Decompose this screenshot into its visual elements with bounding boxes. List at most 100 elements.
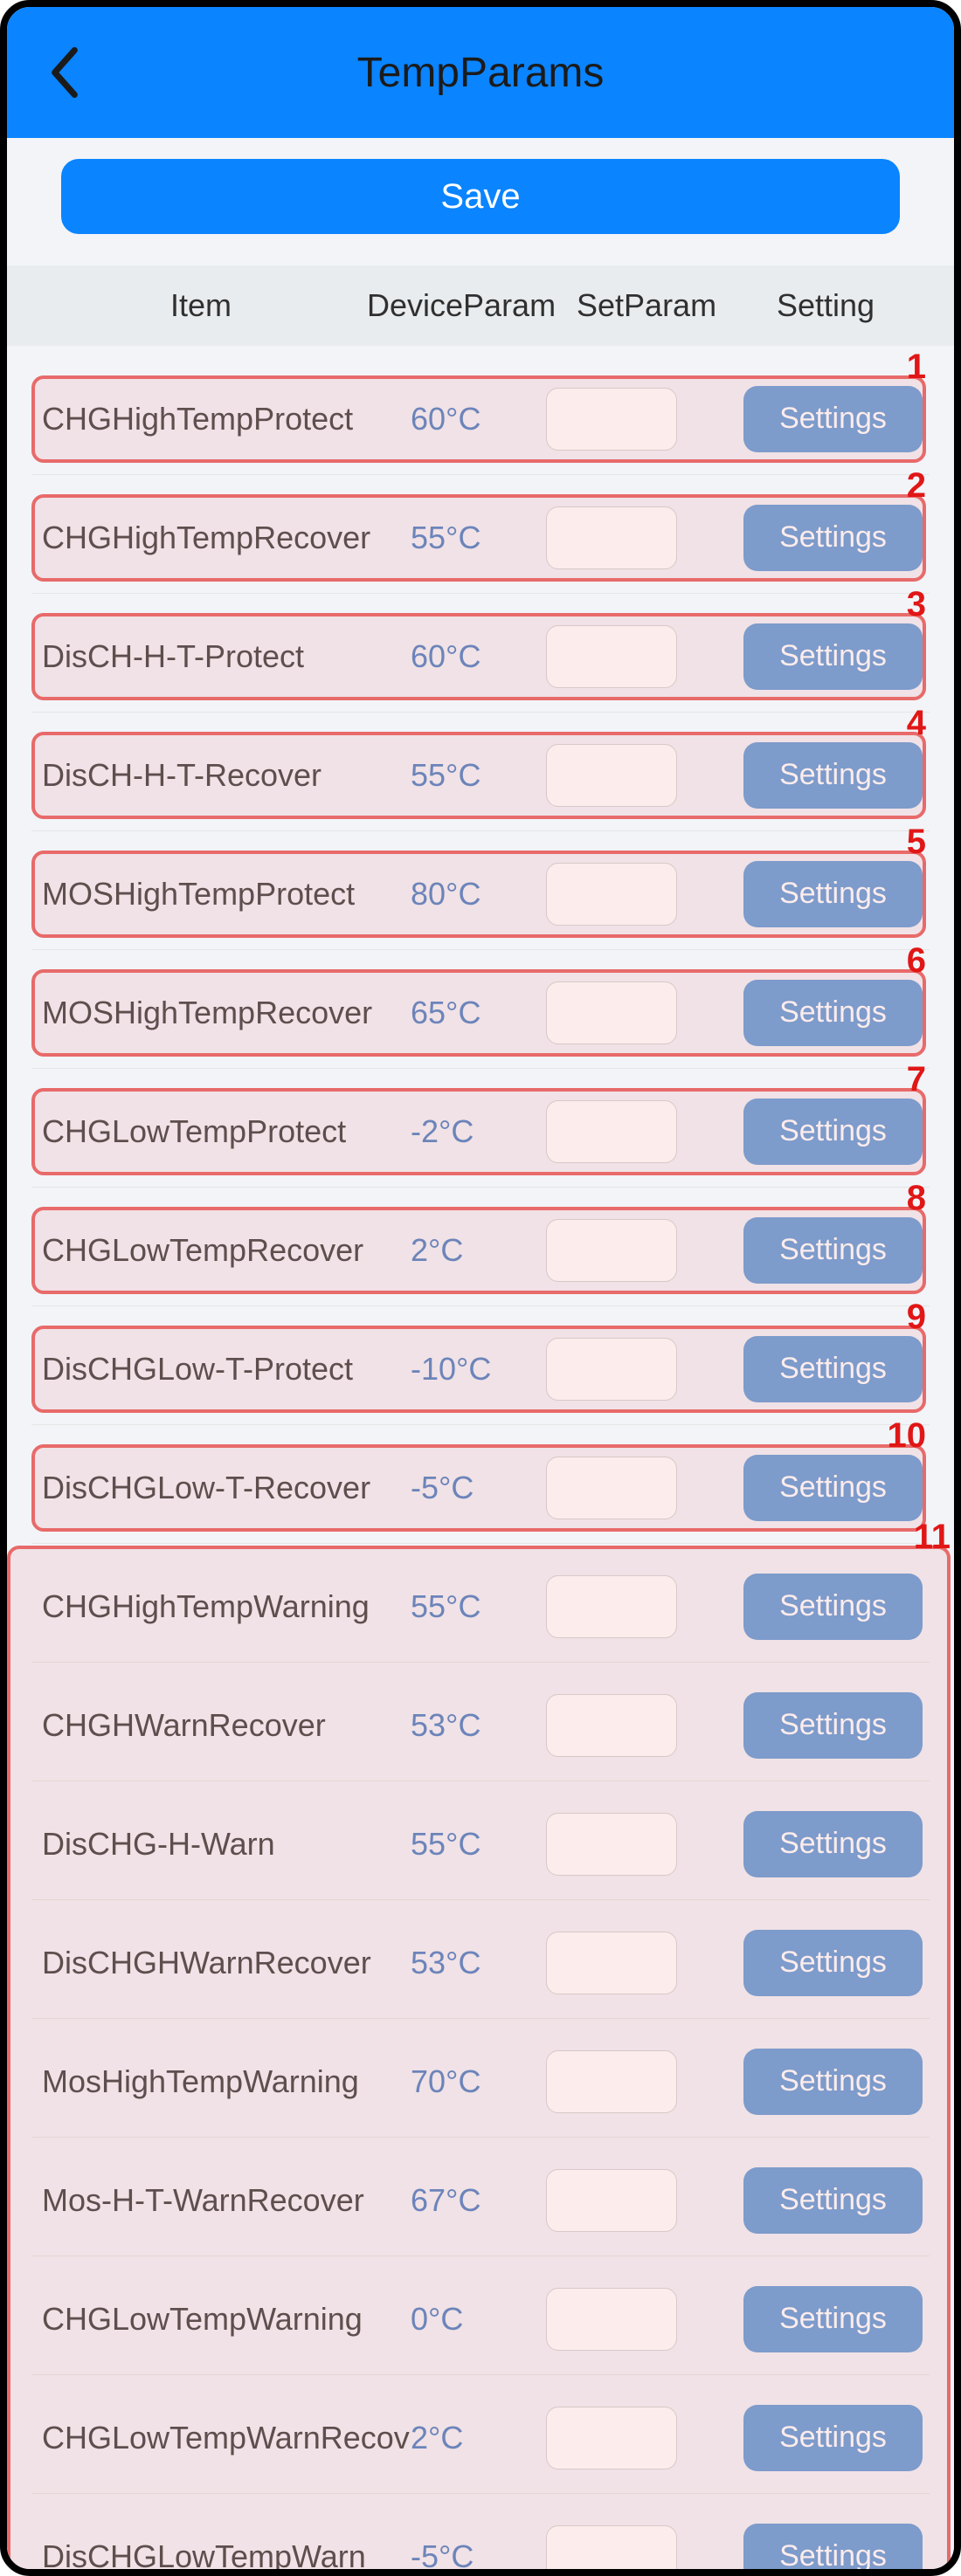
settings-button[interactable]: Settings	[743, 2524, 923, 2570]
setparam-input[interactable]	[546, 1219, 677, 1282]
setparam-input[interactable]	[546, 2169, 677, 2232]
settings-button[interactable]: Settings	[743, 623, 923, 690]
device-value: 60°C	[411, 401, 524, 437]
header-bar: TempParams	[7, 7, 954, 138]
table-row: CHGLowTempProtect-2°CSettings7	[31, 1076, 930, 1188]
settings-button[interactable]: Settings	[743, 1099, 923, 1165]
settings-button[interactable]: Settings	[743, 2167, 923, 2234]
setparam-input[interactable]	[546, 1457, 677, 1519]
settings-button[interactable]: Settings	[743, 861, 923, 927]
page-title: TempParams	[7, 49, 954, 97]
table-row: CHGLowTempWarnRecover2°CSettings	[31, 2382, 930, 2494]
device-value: 53°C	[411, 1945, 524, 1981]
device-value: 67°C	[411, 2182, 524, 2219]
param-name: MOSHighTempProtect	[35, 876, 411, 913]
device-value: 53°C	[411, 1707, 524, 1744]
setparam-input[interactable]	[546, 2288, 677, 2351]
table-row: DisCHGLow-T-Recover-5°CSettings10	[31, 1432, 930, 1544]
param-name: CHGLowTempRecover	[35, 1232, 411, 1269]
settings-button[interactable]: Settings	[743, 505, 923, 571]
settings-button[interactable]: Settings	[743, 2286, 923, 2352]
table-row: Mos-H-T-WarnRecover67°C Settings	[31, 2145, 930, 2256]
settings-button[interactable]: Settings	[743, 386, 923, 452]
table-row: CHGHighTempWarning55°C Settings	[31, 1551, 930, 1663]
setparam-input[interactable]	[546, 1575, 677, 1638]
col-setting: Setting	[725, 287, 926, 324]
settings-button[interactable]: Settings	[743, 2405, 923, 2471]
param-name: CHGLowTempWarnRecover	[35, 2420, 411, 2456]
setparam-input[interactable]	[546, 2050, 677, 2113]
rows-container: CHGHighTempProtect60°CSettings1CHGHighTe…	[7, 346, 954, 2569]
device-value: 55°C	[411, 757, 524, 794]
device-value: 55°C	[411, 1588, 524, 1625]
param-name: CHGHighTempWarning	[35, 1588, 411, 1625]
device-value: 55°C	[411, 520, 524, 556]
setparam-input[interactable]	[546, 863, 677, 926]
table-row: CHGLowTempWarning0°C Settings	[31, 2263, 930, 2375]
col-item: Item	[35, 287, 367, 324]
device-value: -2°C	[411, 1113, 524, 1150]
save-button[interactable]: Save	[61, 159, 900, 234]
device-value: 0°C	[411, 2301, 524, 2338]
settings-button[interactable]: Settings	[743, 1692, 923, 1759]
param-name: MOSHighTempRecover	[35, 995, 411, 1031]
param-name: CHGHighTempProtect	[35, 401, 411, 437]
setparam-input[interactable]	[546, 744, 677, 807]
param-name: DisCH-H-T-Protect	[35, 638, 411, 675]
table-row: MOSHighTempRecover65°CSettings6	[31, 957, 930, 1069]
table-row: CHGLowTempRecover2°CSettings8	[31, 1195, 930, 1306]
device-value: -5°C	[411, 2538, 524, 2570]
table-row: DisCH-H-T-Recover55°CSettings4	[31, 720, 930, 831]
setparam-input[interactable]	[546, 1338, 677, 1401]
setparam-input[interactable]	[546, 1813, 677, 1876]
table-row: MOSHighTempProtect80°CSettings5	[31, 838, 930, 950]
param-name: DisCH-H-T-Recover	[35, 757, 411, 794]
settings-button[interactable]: Settings	[743, 1217, 923, 1284]
setparam-input[interactable]	[546, 2407, 677, 2469]
table-row: DisCHGLowTempWarn-5°C Settings	[31, 2501, 930, 2569]
save-bar: Save	[7, 138, 954, 265]
param-name: Mos-H-T-WarnRecover	[35, 2182, 411, 2219]
param-name: DisCHGLow-T-Protect	[35, 1351, 411, 1388]
settings-button[interactable]: Settings	[743, 1930, 923, 1996]
param-name: CHGHWarnRecover	[35, 1707, 411, 1744]
app-frame: TempParams Save Item DeviceParam SetPara…	[0, 0, 961, 2576]
settings-button[interactable]: Settings	[743, 1336, 923, 1402]
device-value: -5°C	[411, 1470, 524, 1506]
table-row: CHGHighTempRecover55°CSettings2	[31, 482, 930, 594]
table-row: DisCHGLow-T-Protect-10°CSettings9	[31, 1313, 930, 1425]
device-value: 55°C	[411, 1826, 524, 1863]
setparam-input[interactable]	[546, 1100, 677, 1163]
settings-button[interactable]: Settings	[743, 1811, 923, 1877]
setparam-input[interactable]	[546, 1932, 677, 1994]
param-name: DisCHGLow-T-Recover	[35, 1470, 411, 1506]
table-row: DisCH-H-T-Protect60°CSettings3	[31, 601, 930, 713]
table-row: CHGHighTempProtect60°CSettings1	[31, 363, 930, 475]
device-value: 80°C	[411, 876, 524, 913]
setparam-input[interactable]	[546, 388, 677, 451]
setparam-input[interactable]	[546, 625, 677, 688]
setparam-input[interactable]	[546, 1694, 677, 1757]
setparam-input[interactable]	[546, 2525, 677, 2570]
param-name: CHGHighTempRecover	[35, 520, 411, 556]
setparam-input[interactable]	[546, 981, 677, 1044]
settings-button[interactable]: Settings	[743, 742, 923, 809]
device-value: 2°C	[411, 1232, 524, 1269]
settings-button[interactable]: Settings	[743, 1574, 923, 1640]
param-name: DisCHGLowTempWarn	[35, 2538, 411, 2570]
table-row: MosHighTempWarning70°C Settings	[31, 2026, 930, 2138]
table-row: DisCHG-H-Warn55°C Settings	[31, 1788, 930, 1900]
param-name: DisCHG-H-Warn	[35, 1826, 411, 1863]
setparam-input[interactable]	[546, 506, 677, 569]
param-name: MosHighTempWarning	[35, 2063, 411, 2100]
settings-button[interactable]: Settings	[743, 2049, 923, 2115]
col-device: DeviceParam	[367, 287, 577, 324]
param-name: CHGLowTempProtect	[35, 1113, 411, 1150]
settings-button[interactable]: Settings	[743, 1455, 923, 1521]
device-value: 60°C	[411, 638, 524, 675]
device-value: 70°C	[411, 2063, 524, 2100]
device-value: 65°C	[411, 995, 524, 1031]
settings-button[interactable]: Settings	[743, 980, 923, 1046]
param-name: CHGLowTempWarning	[35, 2301, 411, 2338]
back-icon[interactable]	[45, 46, 84, 99]
